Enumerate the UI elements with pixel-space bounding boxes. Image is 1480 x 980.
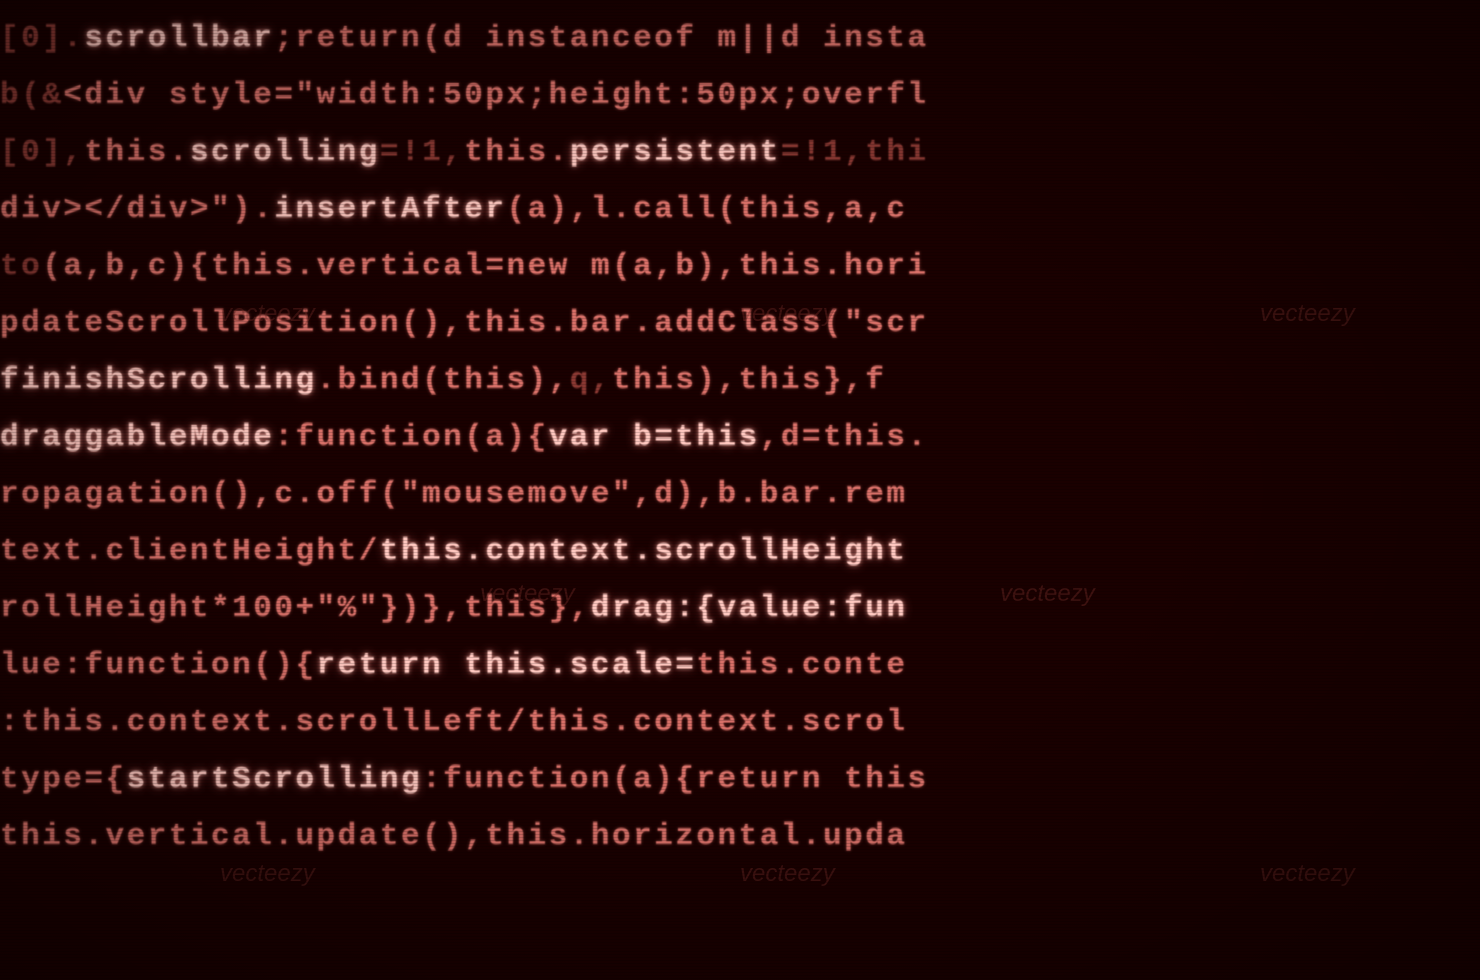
code-segment: drag:{value:fun [591,591,908,626]
code-segment: this. [464,135,570,170]
code-segment: rollHeight*100+"%"})}, [0,591,464,626]
code-line: ropagation(),c.off("mousemove",d),b.bar.… [0,466,1480,523]
code-segment: scrollbar [84,21,274,56]
code-line: pdateScrollPosition(),this.bar.addClass(… [0,295,1480,352]
code-segment: this}, [464,591,591,626]
code-segment: this.bar.addClass("scr [464,306,928,341]
code-line: text.clientHeight/this.context.scrollHei… [0,523,1480,580]
code-segment: :this.context.scrollLeft/this.context.sc… [0,705,907,740]
code-segment: div></div>"). [0,192,274,227]
code-line: this.vertical.update(),this.horizontal.u… [0,808,1480,865]
code-line: [0],this.scrolling=!1,this.persistent=!1… [0,124,1480,181]
code-line: to(a,b,c){this.vertical=new m(a,b),this.… [0,238,1480,295]
code-segment: .bind(this), [317,363,570,398]
code-segment: :function(a){ [274,420,548,455]
code-segment: insertAfter [274,192,506,227]
code-segment: this. [84,135,190,170]
code-segment: startScrolling [127,762,422,797]
code-segment: [0]. [0,21,84,56]
code-segment: :function(a){return this [422,762,928,797]
code-segment: ;return(d instanceof m||d insta [274,21,928,56]
code-segment: =!1, [380,135,464,170]
code-line: rollHeight*100+"%"})},this},drag:{value:… [0,580,1480,637]
code-segment: this),this},f [612,363,886,398]
code-screen: [0].scrollbar;return(d instanceof m||d i… [0,0,1480,980]
code-segment: type={ [0,762,127,797]
code-segment: return this.scale= [317,648,697,683]
code-segment: {this.vertical=new m(a,b), [190,249,739,284]
code-segment: (a,b,c) [42,249,190,284]
code-segment: text.clientHeight/ [0,534,380,569]
code-segment: this.conte [696,648,907,683]
code-line: lue:function(){return this.scale=this.co… [0,637,1480,694]
code-segment: (a),l.call(this,a,c [506,192,907,227]
code-segment: =!1,thi [781,135,929,170]
code-segment: this.hori [739,249,929,284]
code-segment: [0], [0,135,84,170]
code-segment: b(& [0,78,63,113]
code-segment: lue:function(){ [0,648,317,683]
code-segment: finishScrolling [0,363,317,398]
code-line: finishScrolling.bind(this),q,this),this}… [0,352,1480,409]
code-segment: this.horizontal.upda [485,819,907,854]
code-segment: to [0,249,42,284]
code-segment: var b=this [549,420,760,455]
code-segment: ,d=this. [760,420,929,455]
code-line: :this.context.scrollLeft/this.context.sc… [0,694,1480,751]
code-segment: pdateScrollPosition(), [0,306,464,341]
code-segment: persistent [570,135,781,170]
code-line: b(&<div style="width:50px;height:50px;ov… [0,67,1480,124]
code-segment: this.context.scrollHeight [380,534,908,569]
code-segment: scrolling [190,135,380,170]
code-segment: <div style="width:50px;height:50px;overf… [63,78,928,113]
code-segment: ropagation(),c.off("mousemove",d),b.bar.… [0,477,907,512]
code-line: [0].scrollbar;return(d instanceof m||d i… [0,10,1480,67]
code-line: type={startScrolling:function(a){return … [0,751,1480,808]
code-line: div></div>").insertAfter(a),l.call(this,… [0,181,1480,238]
code-segment: q, [570,363,612,398]
code-line: draggableMode:function(a){var b=this,d=t… [0,409,1480,466]
code-segment: draggableMode [0,420,274,455]
code-segment: this.vertical.update(), [0,819,485,854]
